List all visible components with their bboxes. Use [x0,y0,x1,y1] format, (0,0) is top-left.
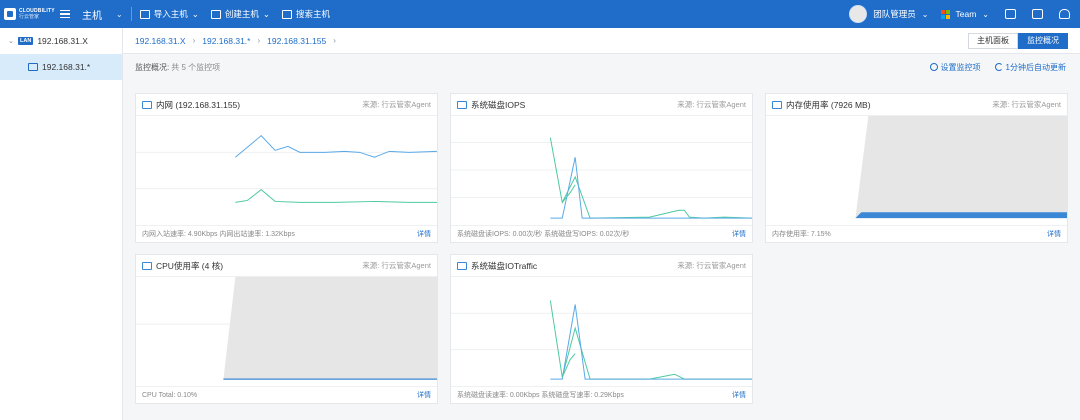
card-title: 内存使用率 (7926 MB) [786,99,871,110]
breadcrumb-item[interactable]: 192.168.31.X [135,36,186,46]
lan-badge: LAN [18,37,34,45]
memory-icon [772,100,782,109]
network-chart [136,116,437,225]
user-name[interactable]: 团队管理员 [873,8,916,20]
details-link[interactable]: 详情 [1047,229,1061,239]
card-title: 系统磁盘IOPS [471,99,526,110]
cpu-icon [142,261,152,270]
mail-icon[interactable] [1005,9,1016,19]
card-source: 来源: 行云管家Agent [677,261,746,270]
monitor-overview-button[interactable]: 监控概况 [1018,32,1068,49]
tree-node-host[interactable]: 192.168.31.* [0,54,122,80]
divider [130,7,132,21]
monitor-icon [139,9,150,19]
tree-node-lan[interactable]: ⌄ LAN 192.168.31.X [0,28,122,54]
logo[interactable]: CLOUDBILITY 行云管家 [0,0,58,28]
headset-icon[interactable] [1059,9,1070,19]
card-footer-text: 内存使用率: 7.15% [772,231,831,238]
chevron-right-icon: › [192,36,196,45]
tree-node-label: 192.168.31.X [37,36,88,46]
card-memory: 内存使用率 (7926 MB) 来源: 行云管家Agent 内存使用率: 7.1… [765,93,1068,243]
breadcrumb-item[interactable]: 192.168.31.* [202,36,250,46]
monitor-icon [28,63,38,71]
disk-icon [457,100,467,109]
details-link[interactable]: 详情 [732,390,746,400]
create-host-label: 创建主机 [224,9,259,19]
card-footer-text: CPU Total: 0.10% [142,391,198,399]
avatar[interactable] [849,5,868,23]
create-host-button[interactable]: 创建主机 ⌄ [210,8,270,20]
tree-node-label: 192.168.31.* [42,62,91,72]
search-host-icon [281,9,292,19]
breadcrumb: 192.168.31.X › 192.168.31.* › 192.168.31… [123,28,1080,54]
main-content: 192.168.31.X › 192.168.31.* › 192.168.31… [123,28,1080,420]
section-title[interactable]: 主机 [82,7,102,22]
refresh-icon [994,63,1003,71]
logo-mark-icon [4,8,16,20]
chevron-right-icon: › [257,36,261,45]
team-logo-icon [940,9,950,19]
card-source: 来源: 行云管家Agent [362,100,431,109]
auto-refresh-link[interactable]: 1分钟后自动更新 [994,62,1066,73]
search-host-label: 搜索主机 [295,9,330,19]
import-host-button[interactable]: 导入主机 ⌄ [139,8,199,20]
chevron-down-icon[interactable]: ⌄ [922,10,929,19]
chevron-right-icon: › [333,36,336,45]
card-title: CPU使用率 (4 核) [156,260,224,271]
breadcrumb-item[interactable]: 192.168.31.155 [267,36,326,46]
import-host-label: 导入主机 [153,9,188,19]
card-footer-text: 系统磁盘读IOPS: 0.00次/秒 系统磁盘写IOPS: 0.02次/秒 [457,231,630,238]
overview-label: 监控概况: [135,62,170,72]
chevron-down-icon[interactable]: ⌄ [982,10,989,19]
sidebar-tree: ⌄ LAN 192.168.31.X 192.168.31.* [0,28,123,420]
card-cpu: CPU使用率 (4 核) 来源: 行云管家Agent CPU Total: 0.… [135,254,438,404]
search-host-button[interactable]: 搜索主机 [281,8,330,20]
details-link[interactable]: 详情 [417,229,431,239]
gear-icon [929,63,938,71]
add-host-icon [210,9,221,19]
disk-icon [457,261,467,270]
card-title: 系统磁盘IOTraffic [471,260,538,271]
chevron-down-icon[interactable]: ⌄ [116,10,123,19]
clipboard-icon[interactable] [1032,9,1043,19]
set-monitor-items-link[interactable]: 设置监控项 [929,62,981,73]
details-link[interactable]: 详情 [417,390,431,400]
card-title: 内网 (192.168.31.155) [156,99,241,110]
disk-iops-chart [451,116,752,225]
card-source: 来源: 行云管家Agent [677,100,746,109]
chevron-down-icon: ⌄ [191,8,199,19]
details-link[interactable]: 详情 [732,229,746,239]
host-panel-button[interactable]: 主机面板 [968,32,1018,49]
card-network: 内网 (192.168.31.155) 来源: 行云管家Agent 内网入站速率… [135,93,438,243]
hamburger-menu-icon[interactable] [60,7,74,21]
memory-chart [766,116,1067,225]
card-footer-text: 内网入站速率: 4.90Kbps 内网出站速率: 1.32Kbps [142,231,295,238]
chevron-down-icon[interactable]: ⌄ [8,37,14,45]
card-disk-traffic: 系统磁盘IOTraffic 来源: 行云管家Agent 系统磁盘读速率: 0.0… [450,254,753,404]
top-navbar: CLOUDBILITY 行云管家 主机 ⌄ 导入主机 ⌄ 创建主机 ⌄ 搜索主机… [0,0,1080,28]
network-icon [142,100,152,109]
overview-bar: 监控概况: 共 5 个监控项 设置监控项 1分钟后自动更新 [123,54,1080,80]
cpu-chart [136,277,437,386]
set-monitor-items-label: 设置监控项 [940,62,981,72]
card-footer-text: 系统磁盘读速率: 0.00Kbps 系统磁盘写速率: 0.29Kbps [457,392,624,399]
card-source: 来源: 行云管家Agent [992,100,1061,109]
card-disk-iops: 系统磁盘IOPS 来源: 行云管家Agent 系统磁盘读IOPS: 0.00次/… [450,93,753,243]
disk-traffic-chart [451,277,752,386]
chevron-down-icon: ⌄ [262,8,270,19]
auto-refresh-label: 1分钟后自动更新 [1005,62,1066,72]
monitor-count: 共 5 个监控项 [171,62,221,72]
team-name[interactable]: Team [956,9,977,19]
card-source: 来源: 行云管家Agent [362,261,431,270]
logo-subtext: 行云管家 [19,14,40,20]
view-toggle: 主机面板 监控概况 [968,32,1068,49]
